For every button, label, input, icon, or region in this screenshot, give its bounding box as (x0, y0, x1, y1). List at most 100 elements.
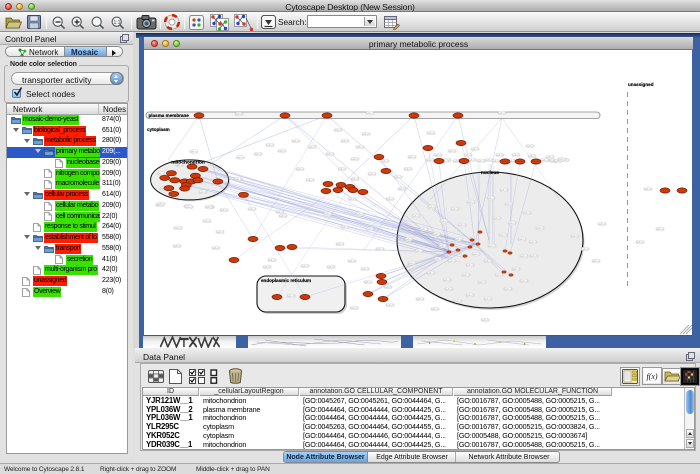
svg-text:(ab c): (ab c) (405, 237, 413, 241)
svg-text:(ab c): (ab c) (656, 227, 664, 231)
svg-text:(ab c): (ab c) (376, 247, 384, 251)
svg-text:(ab c): (ab c) (466, 293, 474, 297)
svg-text:(ab c): (ab c) (455, 237, 463, 241)
svg-text:(ab c): (ab c) (351, 157, 359, 161)
svg-text:(ab c): (ab c) (546, 155, 554, 159)
svg-text:(ab c): (ab c) (471, 147, 479, 151)
svg-text:(ab c): (ab c) (512, 153, 520, 157)
svg-text:(ab c): (ab c) (203, 219, 211, 223)
svg-text:(ab c): (ab c) (278, 149, 286, 153)
svg-text:(ab c): (ab c) (351, 177, 359, 181)
svg-text:(ab c): (ab c) (520, 279, 528, 283)
svg-text:(ab c): (ab c) (505, 202, 513, 206)
svg-text:(ab c): (ab c) (416, 297, 424, 301)
svg-text:(ab c): (ab c) (157, 202, 165, 206)
svg-text:(ab c): (ab c) (530, 254, 538, 258)
svg-text:(ab c): (ab c) (445, 287, 453, 291)
svg-text:(ab c): (ab c) (366, 111, 374, 115)
svg-text:(ab c): (ab c) (190, 150, 198, 154)
svg-text:(ab c): (ab c) (236, 155, 244, 159)
svg-text:(ab c): (ab c) (220, 208, 228, 212)
svg-text:(ab c): (ab c) (508, 221, 516, 225)
svg-text:(ab c): (ab c) (431, 307, 439, 311)
svg-text:(ab c): (ab c) (308, 145, 316, 149)
svg-text:(ab c): (ab c) (356, 145, 364, 149)
svg-text:(ab c): (ab c) (462, 273, 470, 277)
svg-text:(ab c): (ab c) (412, 214, 420, 218)
svg-text:(ab c): (ab c) (398, 187, 406, 191)
svg-text:(ab c): (ab c) (434, 153, 442, 157)
svg-text:(ab c): (ab c) (520, 254, 528, 258)
svg-text:(ab c): (ab c) (235, 112, 243, 116)
svg-text:(ab c): (ab c) (451, 207, 459, 211)
svg-text:(ab c): (ab c) (199, 190, 207, 194)
svg-text:(ab c): (ab c) (472, 252, 480, 256)
svg-text:(ab c): (ab c) (427, 271, 435, 275)
svg-text:(ab c): (ab c) (466, 263, 474, 267)
svg-text:(ab c): (ab c) (212, 246, 220, 250)
svg-text:(ab c): (ab c) (484, 259, 492, 263)
svg-text:(ab c): (ab c) (174, 226, 182, 230)
svg-text:(ab c): (ab c) (488, 244, 496, 248)
svg-text:(ab c): (ab c) (529, 240, 537, 244)
svg-text:(ab c): (ab c) (536, 226, 544, 230)
svg-text:(ab c): (ab c) (448, 149, 456, 153)
svg-text:(ab c): (ab c) (306, 178, 314, 182)
svg-text:(ab c): (ab c) (492, 159, 500, 163)
svg-text:(ab c): (ab c) (384, 285, 392, 289)
svg-text:(ab c): (ab c) (366, 227, 374, 231)
svg-text:(ab c): (ab c) (361, 267, 369, 271)
svg-text:(ab c): (ab c) (598, 222, 606, 226)
svg-text:(ab c): (ab c) (518, 237, 526, 241)
svg-text:(ab c): (ab c) (235, 177, 243, 181)
svg-text:(ab c): (ab c) (292, 139, 300, 143)
svg-text:(ab c): (ab c) (327, 265, 335, 269)
svg-text:endoplasmic reticulum: endoplasmic reticulum (261, 278, 311, 283)
svg-text:(ab c): (ab c) (644, 187, 652, 191)
svg-text:(ab c): (ab c) (336, 242, 344, 246)
svg-text:(ab c): (ab c) (571, 234, 579, 238)
svg-text:mitochondrion: mitochondrion (171, 160, 205, 166)
svg-text:(ab c): (ab c) (158, 172, 166, 176)
svg-text:(ab c): (ab c) (324, 212, 332, 216)
svg-text:(ab c): (ab c) (512, 267, 520, 271)
svg-text:(ab c): (ab c) (592, 259, 600, 263)
svg-text:(ab c): (ab c) (341, 225, 349, 229)
svg-text:(ab c): (ab c) (362, 132, 370, 136)
svg-text:(ab c): (ab c) (478, 280, 486, 284)
svg-text:nucleus: nucleus (481, 170, 499, 176)
svg-text:(ab c): (ab c) (301, 264, 309, 268)
svg-text:(ab c): (ab c) (408, 155, 416, 159)
svg-text:(ab c): (ab c) (581, 247, 589, 251)
svg-text:(ab c): (ab c) (427, 131, 435, 135)
svg-text:1:1: 1:1 (114, 20, 121, 26)
svg-text:(ab c): (ab c) (173, 244, 181, 248)
svg-text:(ab c): (ab c) (500, 188, 508, 192)
svg-text:(ab c): (ab c) (504, 287, 512, 291)
svg-text:(ab c): (ab c) (448, 259, 456, 263)
svg-text:(ab c): (ab c) (348, 197, 356, 201)
svg-text:(ab c): (ab c) (350, 306, 358, 310)
svg-text:(ab c): (ab c) (433, 232, 441, 236)
svg-text:(ab c): (ab c) (458, 223, 466, 227)
svg-text:(ab c): (ab c) (338, 167, 346, 171)
svg-text:(ab c): (ab c) (443, 278, 451, 282)
svg-text:(ab c): (ab c) (528, 154, 536, 158)
svg-text:(ab c): (ab c) (368, 172, 376, 176)
svg-text:(ab c): (ab c) (526, 144, 534, 148)
svg-text:(ab c): (ab c) (386, 303, 394, 307)
svg-text:(ab c): (ab c) (558, 157, 566, 161)
svg-text:(ab c): (ab c) (254, 152, 262, 156)
svg-text:(ab c): (ab c) (216, 230, 224, 234)
svg-text:(ab c): (ab c) (356, 212, 364, 216)
svg-text:f(x): f(x) (646, 372, 657, 381)
svg-text:(ab c): (ab c) (364, 280, 372, 284)
svg-text:(ab c): (ab c) (268, 258, 276, 262)
svg-text:(ab c): (ab c) (326, 152, 334, 156)
svg-text:(ab c): (ab c) (434, 257, 442, 261)
svg-text:(ab c): (ab c) (348, 259, 356, 263)
svg-text:(ab c): (ab c) (440, 219, 448, 223)
svg-text:(ab c): (ab c) (477, 159, 485, 163)
svg-text:unassigned: unassigned (628, 82, 654, 87)
svg-text:(ab c): (ab c) (484, 297, 492, 301)
